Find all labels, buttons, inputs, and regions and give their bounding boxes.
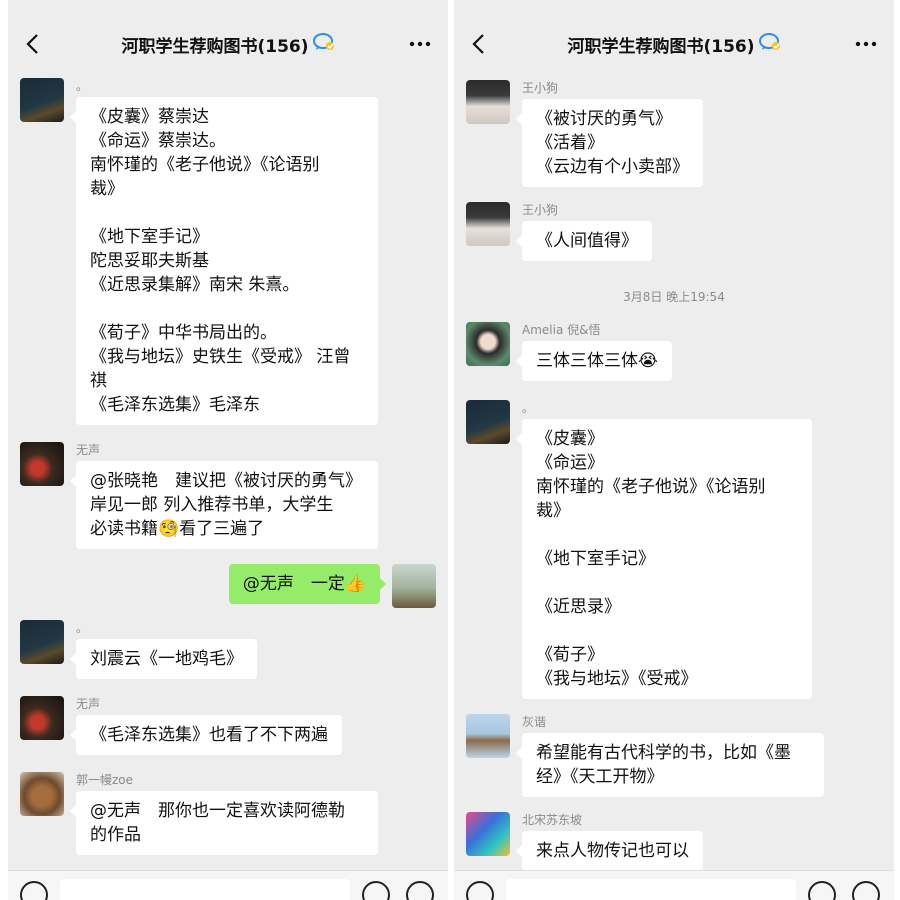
- chat-header: 河职学生荐购图书(156): [454, 14, 894, 74]
- sender-name: 王小狗: [522, 203, 559, 217]
- group-badge-icon: [758, 32, 781, 56]
- avatar[interactable]: [466, 322, 510, 366]
- message-input[interactable]: [506, 879, 796, 900]
- message-bubble[interactable]: 《被讨厌的勇气》 《活着》 《云边有个小卖部》: [516, 99, 703, 187]
- message-item: Amelia 倪&悟 三体三体三体😭: [466, 322, 672, 381]
- timestamp: 3月8日 晚上19:54: [623, 290, 725, 304]
- status-bar: [8, 0, 448, 14]
- chat-header: 河职学生荐购图书(156): [8, 14, 448, 74]
- input-bar: [454, 870, 894, 900]
- avatar[interactable]: [20, 772, 64, 816]
- avatar[interactable]: [466, 400, 510, 444]
- message-bubble[interactable]: 希望能有古代科学的书，比如《墨 经》《天工开物》: [516, 733, 824, 797]
- message-bubble[interactable]: @无声 一定👍: [228, 564, 387, 604]
- message-bubble[interactable]: 《毛泽东选集》也看了不下两遍: [70, 715, 342, 755]
- message-bubble[interactable]: 来点人物传记也可以: [516, 831, 703, 871]
- sender-name: 。: [76, 621, 89, 635]
- message-bubble[interactable]: 《皮囊》 《命运》 南怀瑾的《老子他说》《论语别 裁》 《地下室手记》 《近思录…: [516, 419, 812, 699]
- message-bubble[interactable]: 三体三体三体😭: [516, 341, 672, 381]
- plus-icon[interactable]: [406, 881, 434, 900]
- message-bubble[interactable]: @张晓艳 建议把《被讨厌的勇气》 岸见一郎 列入推荐书单，大学生 必读书籍🧐看了…: [70, 461, 378, 549]
- back-arrow-icon[interactable]: [466, 32, 490, 56]
- avatar[interactable]: [466, 812, 510, 856]
- message-bubble[interactable]: @无声 那你也一定喜欢读阿德勒 的作品: [70, 791, 378, 855]
- message-item: 王小狗 《被讨厌的勇气》 《活着》 《云边有个小卖部》: [466, 80, 703, 187]
- more-dots-icon[interactable]: [852, 32, 880, 56]
- avatar[interactable]: [392, 564, 436, 608]
- message-bubble[interactable]: 刘震云《一地鸡毛》: [70, 639, 257, 679]
- plus-icon[interactable]: [852, 881, 880, 900]
- sender-name: 。: [522, 401, 535, 415]
- message-input[interactable]: [60, 879, 350, 900]
- message-item: 无声 《毛泽东选集》也看了不下两遍: [20, 696, 342, 755]
- sender-name: 。: [76, 79, 89, 93]
- input-bar: [8, 870, 448, 900]
- message-item: 灰谐 希望能有古代科学的书，比如《墨 经》《天工开物》: [466, 714, 824, 797]
- message-item: 。 《皮囊》蔡崇达 《命运》蔡崇达。 南怀瑾的《老子他说》《论语别 裁》 《地下…: [20, 78, 378, 425]
- more-dots-icon[interactable]: [406, 32, 434, 56]
- message-item: 无声 @张晓艳 建议把《被讨厌的勇气》 岸见一郎 列入推荐书单，大学生 必读书籍…: [20, 442, 378, 549]
- message-item: 郭一幔zoe @无声 那你也一定喜欢读阿德勒 的作品: [20, 772, 378, 855]
- back-arrow-icon[interactable]: [20, 32, 44, 56]
- sender-name: 无声: [76, 697, 101, 711]
- chat-title-wrap: 河职学生荐购图书(156): [8, 32, 448, 57]
- message-item: 北宋苏东坡 来点人物传记也可以: [466, 812, 703, 871]
- avatar[interactable]: [20, 620, 64, 664]
- avatar[interactable]: [466, 80, 510, 124]
- chat-title-wrap: 河职学生荐购图书(156): [454, 32, 894, 57]
- chat-title[interactable]: 河职学生荐购图书(156): [121, 32, 308, 57]
- sender-name: 无声: [76, 443, 101, 457]
- avatar[interactable]: [466, 202, 510, 246]
- message-list[interactable]: 王小狗 《被讨厌的勇气》 《活着》 《云边有个小卖部》 王小狗 《人间值得》 3…: [454, 74, 894, 871]
- message-bubble[interactable]: 《皮囊》蔡崇达 《命运》蔡崇达。 南怀瑾的《老子他说》《论语别 裁》 《地下室手…: [70, 97, 378, 425]
- chat-screen-left: 河职学生荐购图书(156) 。 《皮囊》蔡崇达 《命运》蔡崇达。 南怀瑾的《老子…: [8, 0, 448, 900]
- chat-screen-right: 河职学生荐购图书(156) 王小狗 《被讨厌的勇气》 《活着》 《云边有个小卖部…: [454, 0, 894, 900]
- screenshots-collage: 河职学生荐购图书(156) 。 《皮囊》蔡崇达 《命运》蔡崇达。 南怀瑾的《老子…: [0, 0, 900, 900]
- avatar[interactable]: [20, 78, 64, 122]
- status-bar: [454, 0, 894, 14]
- message-item: 。 刘震云《一地鸡毛》: [20, 620, 257, 679]
- message-bubble[interactable]: 《人间值得》: [516, 221, 652, 261]
- chat-title[interactable]: 河职学生荐购图书(156): [567, 32, 754, 57]
- group-badge-icon: [312, 32, 335, 56]
- avatar[interactable]: [20, 696, 64, 740]
- emoji-icon[interactable]: [362, 881, 390, 900]
- sender-name: 郭一幔zoe: [76, 773, 134, 787]
- sender-name: 灰谐: [522, 715, 547, 729]
- emoji-icon[interactable]: [808, 881, 836, 900]
- avatar[interactable]: [466, 714, 510, 758]
- message-item: 。 《皮囊》 《命运》 南怀瑾的《老子他说》《论语别 裁》 《地下室手记》 《近…: [466, 400, 812, 699]
- voice-icon[interactable]: [20, 881, 48, 900]
- sender-name: Amelia 倪&悟: [522, 323, 601, 337]
- message-list[interactable]: 。 《皮囊》蔡崇达 《命运》蔡崇达。 南怀瑾的《老子他说》《论语别 裁》 《地下…: [8, 74, 448, 870]
- message-item-self: @无声 一定👍: [228, 564, 436, 608]
- voice-icon[interactable]: [466, 881, 494, 900]
- message-item: 王小狗 《人间值得》: [466, 202, 652, 261]
- avatar[interactable]: [20, 442, 64, 486]
- sender-name: 北宋苏东坡: [522, 813, 583, 827]
- sender-name: 王小狗: [522, 81, 559, 95]
